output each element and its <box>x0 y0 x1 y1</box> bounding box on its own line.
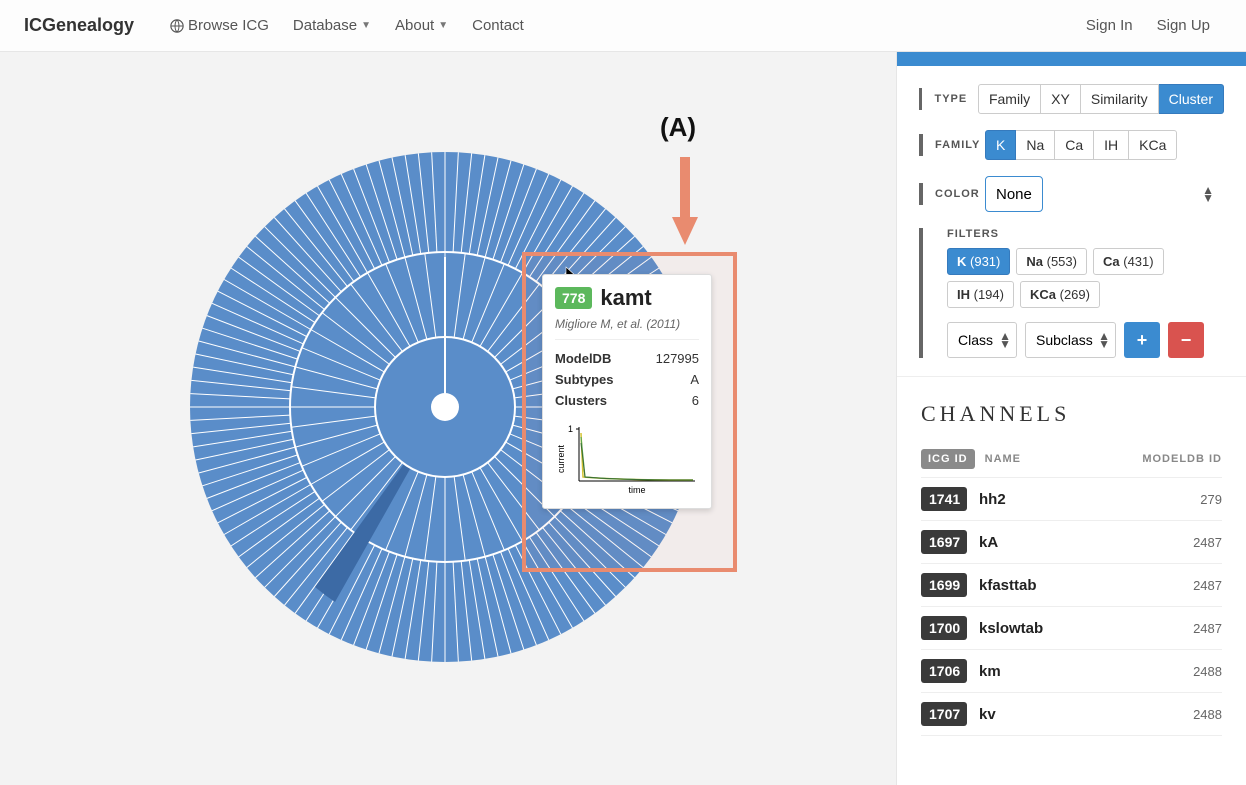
nav-signup[interactable]: Sign Up <box>1145 9 1222 42</box>
nav-about[interactable]: About ▼ <box>383 9 460 42</box>
nav-about-label: About <box>395 17 434 34</box>
channel-name: kA <box>979 534 998 551</box>
channel-modeldb-id: 2487 <box>1193 621 1222 636</box>
filters-label: FILTERS <box>947 228 1224 240</box>
channel-id: 1700 <box>921 616 967 640</box>
channel-modeldb-id: 279 <box>1200 492 1222 507</box>
channel-row[interactable]: 1707 kv 2488 <box>921 693 1222 736</box>
class-select[interactable]: Class <box>947 322 1017 358</box>
tooltip-card: 778 kamt Migliore M, et al. (2011) Model… <box>542 274 712 509</box>
nav-signin[interactable]: Sign In <box>1074 9 1145 42</box>
channel-modeldb-id: 2488 <box>1193 664 1222 679</box>
filter-pill-ih[interactable]: IH (194) <box>947 281 1014 308</box>
visualization-area: // draw thin radial spokes for sunburst … <box>0 52 896 785</box>
sidebar: TYPE FamilyXYSimilarityCluster FAMILY KN… <box>896 52 1246 785</box>
nav-browse[interactable]: Browse ICG <box>158 9 281 42</box>
svg-text:1: 1 <box>568 424 573 434</box>
subclass-select[interactable]: Subclass <box>1025 322 1116 358</box>
channel-id: 1741 <box>921 487 967 511</box>
svg-text:current: current <box>556 444 566 473</box>
nav-browse-label: Browse ICG <box>188 17 269 34</box>
channel-row[interactable]: 1700 kslowtab 2487 <box>921 607 1222 650</box>
tooltip-title: kamt <box>600 285 651 311</box>
family-option-kca[interactable]: KCa <box>1129 130 1177 160</box>
channel-name: km <box>979 663 1001 680</box>
filter-pill-na[interactable]: Na (553) <box>1016 248 1087 275</box>
type-button-group: FamilyXYSimilarityCluster <box>978 84 1224 114</box>
remove-filter-button[interactable]: − <box>1168 322 1204 358</box>
tooltip-modeldb-value: 127995 <box>656 351 699 366</box>
channels-col-modeldb[interactable]: MODELDB ID <box>1142 453 1222 465</box>
channel-name: hh2 <box>979 491 1006 508</box>
channels-heading: CHANNELS <box>921 401 1222 427</box>
tooltip-modeldb-label: ModelDB <box>555 351 611 366</box>
channel-modeldb-id: 2487 <box>1193 535 1222 550</box>
tooltip-clusters-value: 6 <box>692 393 699 408</box>
filter-pill-ca[interactable]: Ca (431) <box>1093 248 1164 275</box>
family-label: FAMILY <box>935 139 985 151</box>
chevron-down-icon: ▼ <box>438 20 448 31</box>
updown-icon: ▲▼ <box>1202 186 1214 202</box>
family-option-na[interactable]: Na <box>1016 130 1055 160</box>
channel-id: 1699 <box>921 573 967 597</box>
filter-pill-kca[interactable]: KCa (269) <box>1020 281 1100 308</box>
channel-name: kfasttab <box>979 577 1037 594</box>
type-option-xy[interactable]: XY <box>1041 84 1081 114</box>
channel-row[interactable]: 1699 kfasttab 2487 <box>921 564 1222 607</box>
tooltip-citation: Migliore M, et al. (2011) <box>555 317 699 331</box>
nav-database[interactable]: Database ▼ <box>281 9 383 42</box>
tooltip-mini-chart: 1 current time <box>555 417 701 497</box>
nav-database-label: Database <box>293 17 357 34</box>
channel-id: 1707 <box>921 702 967 726</box>
annotation-label-a: (A) <box>660 112 696 143</box>
channel-name: kslowtab <box>979 620 1043 637</box>
globe-icon <box>170 19 184 33</box>
tooltip-clusters-label: Clusters <box>555 393 607 408</box>
channel-modeldb-id: 2487 <box>1193 578 1222 593</box>
add-filter-button[interactable]: + <box>1124 322 1160 358</box>
type-option-cluster[interactable]: Cluster <box>1159 84 1224 114</box>
channels-col-name[interactable]: NAME <box>985 453 1021 465</box>
tooltip-subtypes-label: Subtypes <box>555 372 614 387</box>
svg-text:time: time <box>628 485 645 495</box>
filter-pill-k[interactable]: K (931) <box>947 248 1010 275</box>
channel-name: kv <box>979 706 996 723</box>
family-button-group: KNaCaIHKCa <box>985 130 1177 160</box>
color-select[interactable]: None <box>985 176 1043 212</box>
sidebar-accent-bar <box>897 52 1246 66</box>
color-label: COLOR <box>935 188 985 200</box>
tooltip-id-badge: 778 <box>555 287 592 309</box>
family-option-k[interactable]: K <box>985 130 1016 160</box>
channel-modeldb-id: 2488 <box>1193 707 1222 722</box>
brand[interactable]: ICGenealogy <box>24 15 134 36</box>
type-option-similarity[interactable]: Similarity <box>1081 84 1159 114</box>
navbar: ICGenealogy Browse ICG Database ▼ About … <box>0 0 1246 52</box>
type-option-family[interactable]: Family <box>978 84 1041 114</box>
channel-row[interactable]: 1697 kA 2487 <box>921 521 1222 564</box>
channels-col-icg[interactable]: ICG ID <box>921 449 975 469</box>
tooltip-subtypes-value: A <box>690 372 699 387</box>
channel-id: 1706 <box>921 659 967 683</box>
family-option-ih[interactable]: IH <box>1094 130 1129 160</box>
type-label: TYPE <box>934 93 977 105</box>
channel-id: 1697 <box>921 530 967 554</box>
arrow-down-icon <box>670 157 700 247</box>
channel-row[interactable]: 1706 km 2488 <box>921 650 1222 693</box>
nav-contact[interactable]: Contact <box>460 9 536 42</box>
chevron-down-icon: ▼ <box>361 20 371 31</box>
channel-row[interactable]: 1741 hh2 279 <box>921 478 1222 521</box>
family-option-ca[interactable]: Ca <box>1055 130 1094 160</box>
